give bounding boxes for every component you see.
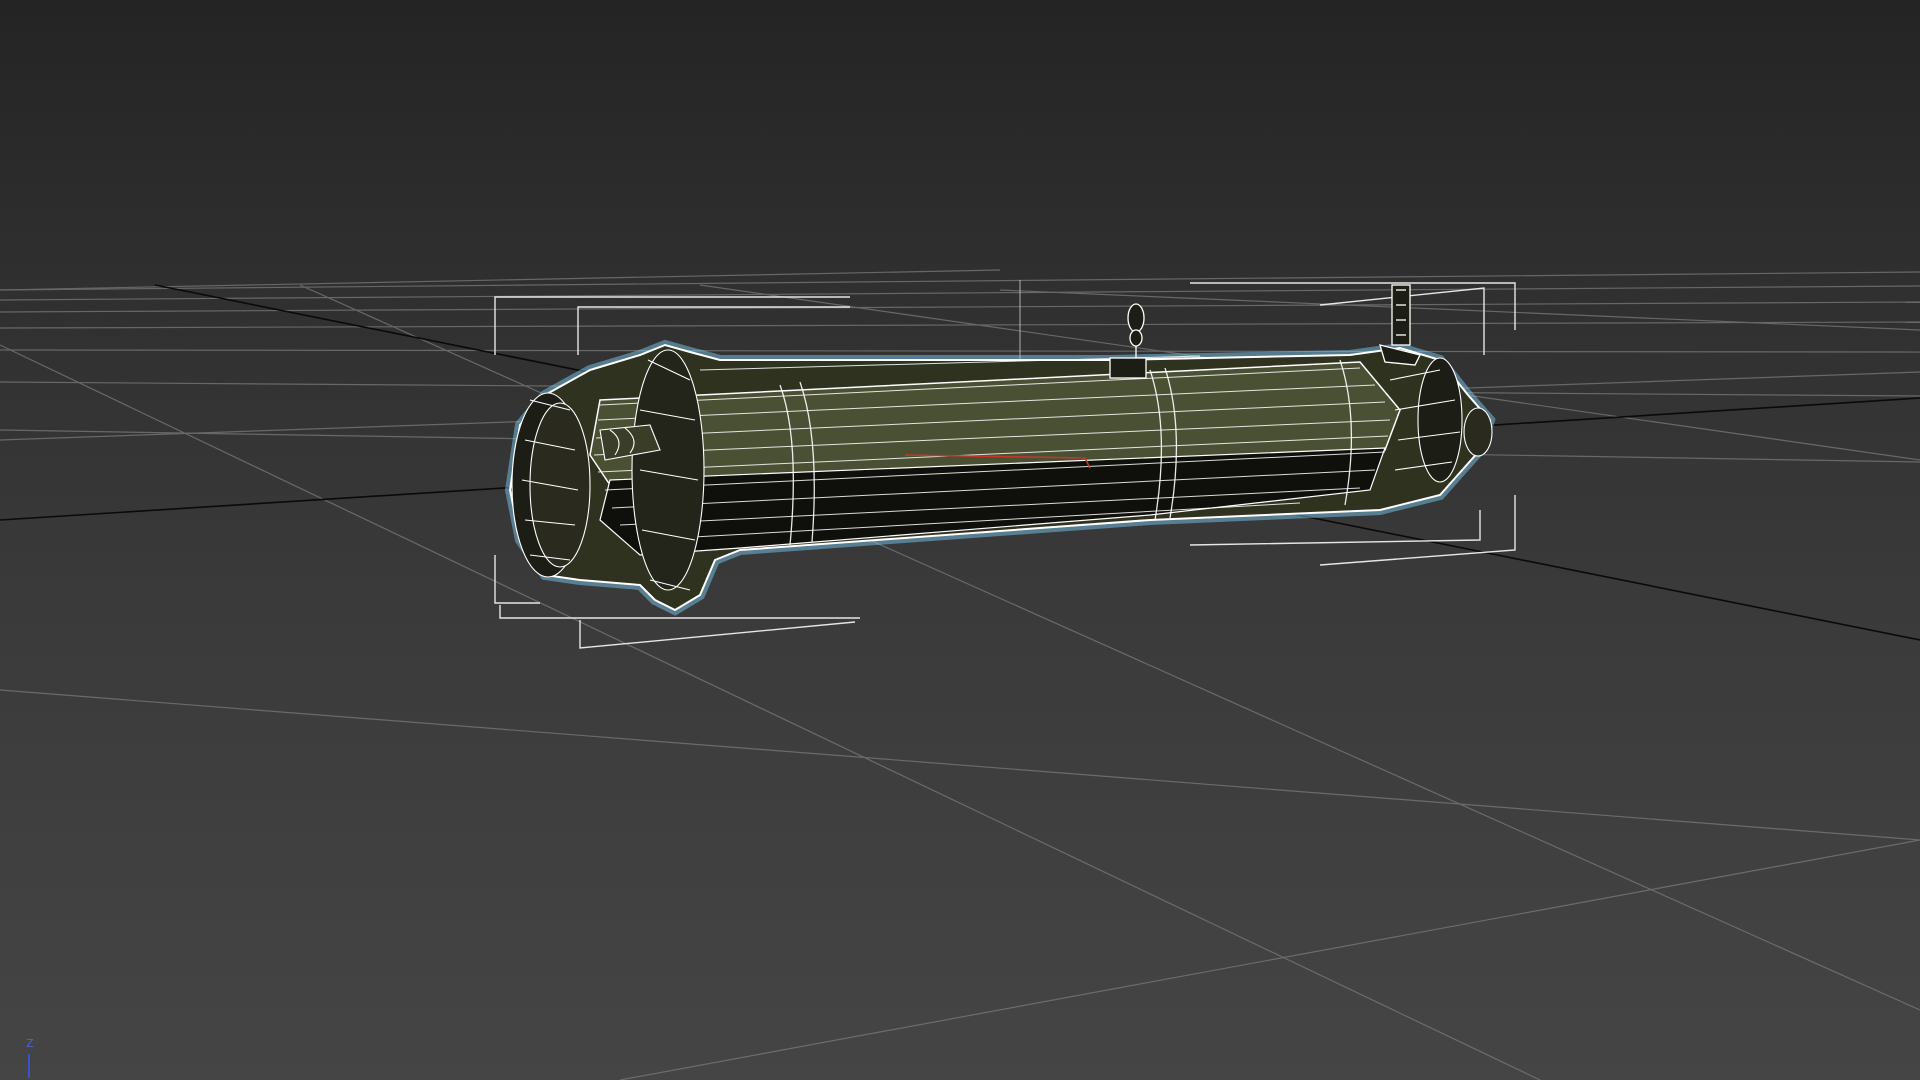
3d-viewport[interactable]: Z	[0, 0, 1920, 1080]
axis-gizmo: Z	[22, 1038, 42, 1078]
front-sight	[1109, 303, 1147, 379]
rear-sight	[1379, 284, 1421, 366]
axis-z-label: Z	[26, 1037, 34, 1050]
launcher-tube-mesh[interactable]	[504, 284, 1496, 616]
viewport-scene[interactable]	[0, 0, 1920, 1080]
axis-z-line	[28, 1054, 30, 1078]
